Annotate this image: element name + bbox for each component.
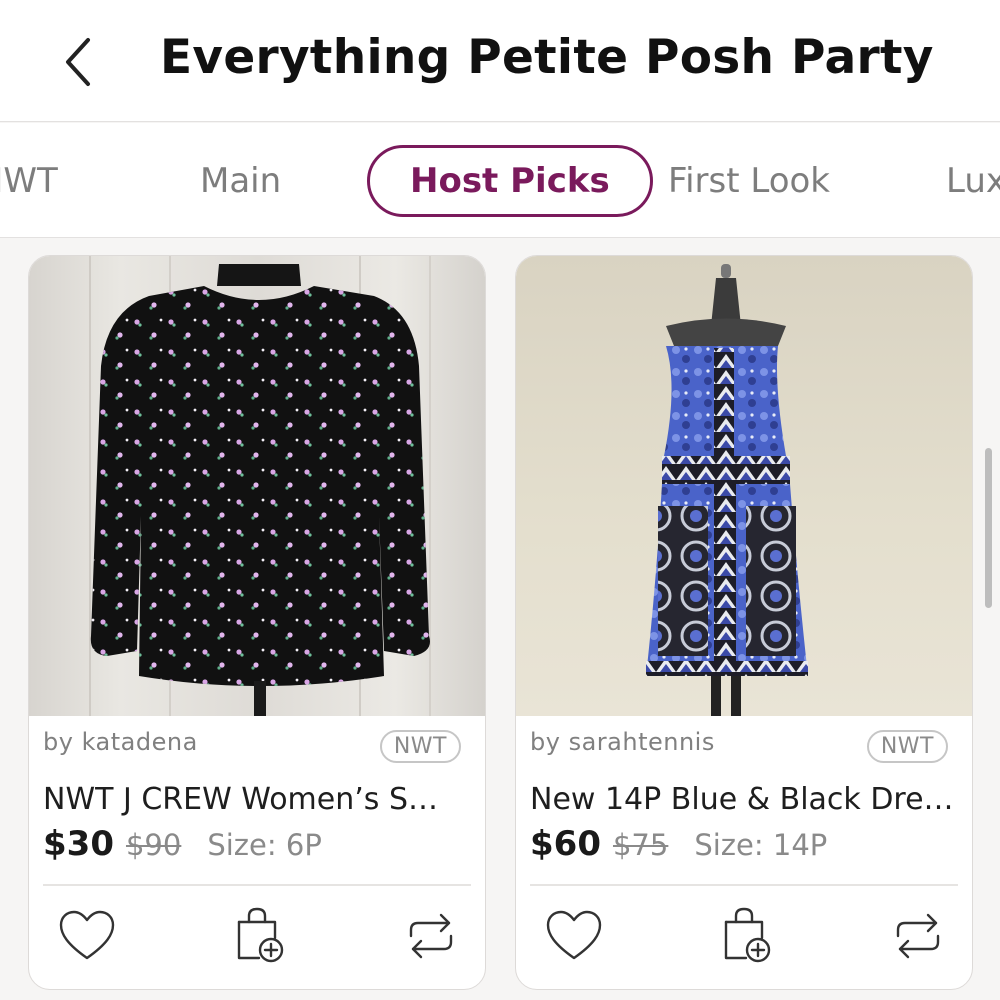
heart-icon: [546, 910, 602, 960]
back-button[interactable]: [50, 34, 106, 90]
share-icon: [896, 913, 940, 959]
divider: [43, 884, 471, 886]
like-button[interactable]: [542, 904, 606, 968]
nwt-badge: NWT: [866, 730, 948, 763]
page-title: Everything Petite Posh Party: [160, 30, 934, 85]
share-button[interactable]: [886, 904, 950, 968]
listing-price: $60: [530, 824, 601, 864]
listing-photo[interactable]: [29, 256, 485, 716]
original-price: $75: [612, 828, 669, 862]
add-to-bundle-button[interactable]: [227, 904, 291, 968]
share-button[interactable]: [399, 904, 463, 968]
tab-main[interactable]: Main: [200, 145, 281, 217]
blouse-photo-image: [89, 256, 431, 716]
nwt-badge: NWT: [379, 730, 461, 763]
divider: [530, 884, 958, 886]
share-icon: [409, 913, 453, 959]
listing-size: Size: 14P: [694, 828, 828, 862]
like-button[interactable]: [55, 904, 119, 968]
listing-photo[interactable]: [516, 256, 972, 716]
price-row: $60 $75 Size: 14P: [530, 824, 827, 864]
price-row: $30 $90 Size: 6P: [43, 824, 322, 864]
add-to-bundle-button[interactable]: [714, 904, 778, 968]
listing-size: Size: 6P: [207, 828, 322, 862]
scrollbar[interactable]: [985, 448, 992, 608]
tab-host-picks[interactable]: Host Picks: [367, 145, 653, 217]
listing-title[interactable]: New 14P Blue & Black Dre…: [530, 782, 954, 817]
chevron-left-icon: [66, 38, 90, 86]
tab-nwt[interactable]: NWT: [0, 145, 58, 217]
party-tabs: NWT Main Host Picks First Look Luxury: [0, 123, 1000, 238]
tab-luxury[interactable]: Luxury: [946, 145, 1000, 217]
listing-price: $30: [43, 824, 114, 864]
heart-icon: [59, 910, 115, 960]
listing-card[interactable]: by sarahtennis NWT New 14P Blue & Black …: [515, 255, 973, 990]
dress-photo-image: [646, 264, 808, 716]
seller-name[interactable]: by katadena: [43, 728, 198, 756]
bag-add-icon: [724, 907, 771, 963]
bag-add-icon: [237, 907, 284, 963]
tab-first-look[interactable]: First Look: [668, 145, 830, 217]
listing-card[interactable]: by katadena NWT NWT J CREW Women’s S… $3…: [28, 255, 486, 990]
header-bar: Everything Petite Posh Party: [0, 0, 1000, 122]
seller-name[interactable]: by sarahtennis: [530, 728, 715, 756]
original-price: $90: [125, 828, 182, 862]
listing-title[interactable]: NWT J CREW Women’s S…: [43, 782, 438, 817]
